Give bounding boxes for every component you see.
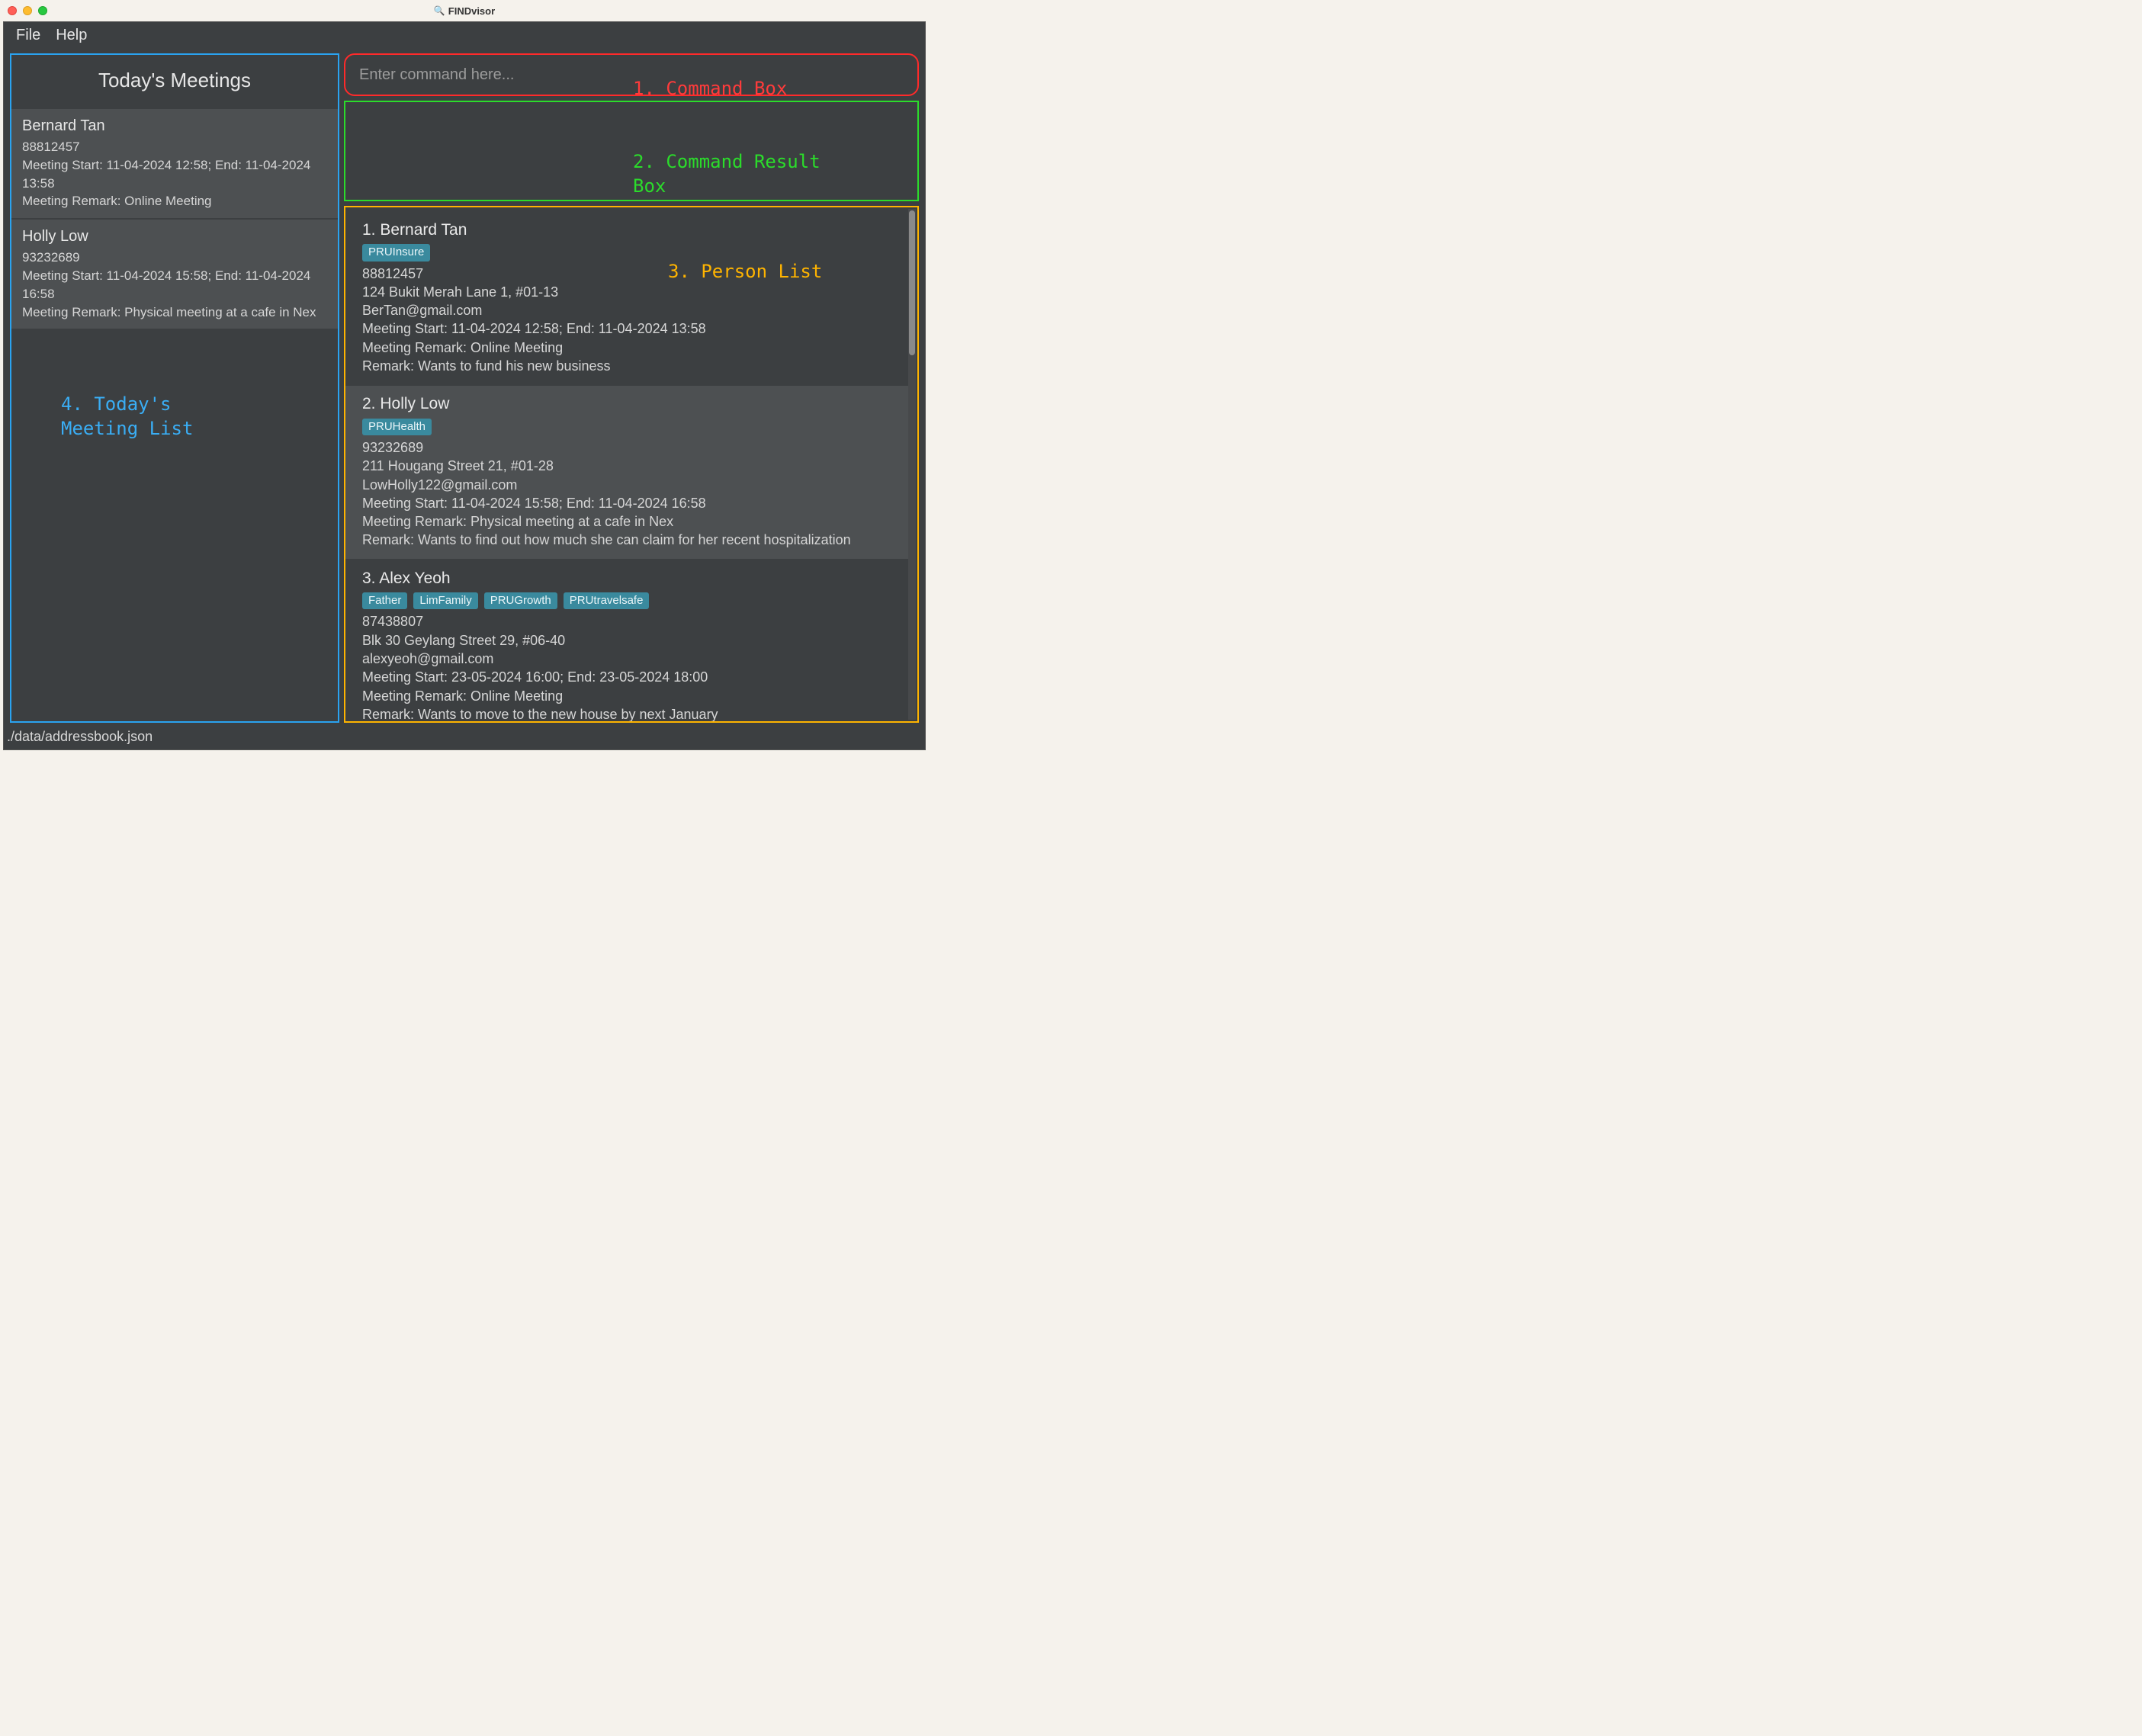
tag: PRUHealth	[362, 419, 432, 435]
person-header: 3. Alex Yeoh	[362, 568, 891, 589]
status-bar: ./data/addressbook.json	[4, 726, 925, 749]
window-title: 🔍 FINDvisor	[0, 5, 929, 17]
meeting-phone: 93232689	[22, 249, 327, 267]
tag: PRUtravelsafe	[564, 592, 650, 609]
person-phone: 88812457	[362, 265, 891, 283]
person-tags: PRUInsure	[362, 244, 891, 261]
person-address: 124 Bukit Merah Lane 1, #01-13	[362, 283, 891, 301]
person-meeting-remark: Meeting Remark: Online Meeting	[362, 339, 891, 357]
tag: PRUGrowth	[484, 592, 557, 609]
person-meeting-time: Meeting Start: 11-04-2024 15:58; End: 11…	[362, 494, 891, 512]
person-card[interactable]: 1. Bernard Tan PRUInsure 88812457124 Bukit…	[345, 212, 908, 384]
meeting-card[interactable]: Holly Low 93232689Meeting Start: 11-04-20…	[11, 220, 338, 329]
meeting-phone: 88812457	[22, 138, 327, 156]
person-remark: Remark: Wants to fund his new business	[362, 357, 891, 375]
person-list-panel: 1. Bernard Tan PRUInsure 88812457124 Bukit…	[344, 206, 919, 723]
app-frame: File Help Today's Meetings Bernard Tan 88…	[3, 21, 926, 750]
scrollbar[interactable]	[908, 209, 916, 720]
status-path: ./data/addressbook.json	[7, 729, 153, 744]
person-remark: Remark: Wants to move to the new house b…	[362, 705, 891, 721]
meeting-card[interactable]: Bernard Tan 88812457Meeting Start: 11-04-…	[11, 109, 338, 218]
command-input[interactable]	[345, 55, 917, 95]
command-result-box	[344, 101, 919, 201]
person-email: BerTan@gmail.com	[362, 301, 891, 319]
titlebar: 🔍 FINDvisor	[0, 0, 929, 21]
person-remark: Remark: Wants to find out how much she c…	[362, 531, 891, 549]
person-meeting-remark: Meeting Remark: Physical meeting at a ca…	[362, 512, 891, 531]
person-address: 211 Hougang Street 21, #01-28	[362, 457, 891, 475]
meeting-name: Holly Low	[22, 226, 327, 247]
person-email: alexyeoh@gmail.com	[362, 650, 891, 668]
command-box	[344, 53, 919, 96]
person-tags: Father LimFamily PRUGrowth PRUtravelsafe	[362, 592, 891, 609]
tag: PRUInsure	[362, 244, 430, 261]
person-email: LowHolly122@gmail.com	[362, 476, 891, 494]
todays-meeting-panel: Today's Meetings Bernard Tan88812457Meet…	[10, 53, 339, 723]
minimize-icon[interactable]	[23, 6, 32, 15]
menubar: File Help	[4, 22, 925, 49]
person-meeting-remark: Meeting Remark: Online Meeting	[362, 687, 891, 705]
maximize-icon[interactable]	[38, 6, 47, 15]
person-card[interactable]: 3. Alex Yeoh Father LimFamily PRUGrowth PRUt…	[345, 560, 908, 721]
meeting-name: Bernard Tan	[22, 115, 327, 136]
menu-help[interactable]: Help	[56, 27, 87, 44]
menu-file[interactable]: File	[16, 27, 40, 44]
meeting-time: Meeting Start: 11-04-2024 15:58; End: 11…	[22, 267, 327, 303]
person-phone: 87438807	[362, 612, 891, 631]
meeting-time: Meeting Start: 11-04-2024 12:58; End: 11…	[22, 156, 327, 193]
tag: LimFamily	[413, 592, 477, 609]
person-card[interactable]: 2. Holly Low PRUHealth 93232689211 Hougang…	[345, 386, 908, 558]
window-title-text: FINDvisor	[448, 5, 495, 17]
person-meeting-time: Meeting Start: 11-04-2024 12:58; End: 11…	[362, 319, 891, 338]
close-icon[interactable]	[8, 6, 17, 15]
meeting-remark: Meeting Remark: Online Meeting	[22, 192, 327, 210]
person-address: Blk 30 Geylang Street 29, #06-40	[362, 631, 891, 650]
person-tags: PRUHealth	[362, 419, 891, 435]
person-meeting-time: Meeting Start: 23-05-2024 16:00; End: 23…	[362, 668, 891, 686]
tag: Father	[362, 592, 407, 609]
person-phone: 93232689	[362, 438, 891, 457]
person-list: 1. Bernard Tan PRUInsure 88812457124 Bukit…	[345, 212, 908, 721]
scrollbar-thumb[interactable]	[909, 210, 915, 355]
meeting-list: Bernard Tan88812457Meeting Start: 11-04-…	[11, 109, 338, 329]
meeting-remark: Meeting Remark: Physical meeting at a ca…	[22, 303, 327, 322]
person-header: 2. Holly Low	[362, 393, 891, 415]
search-icon: 🔍	[434, 5, 445, 16]
person-header: 1. Bernard Tan	[362, 220, 891, 241]
todays-meetings-title: Today's Meetings	[11, 55, 338, 109]
